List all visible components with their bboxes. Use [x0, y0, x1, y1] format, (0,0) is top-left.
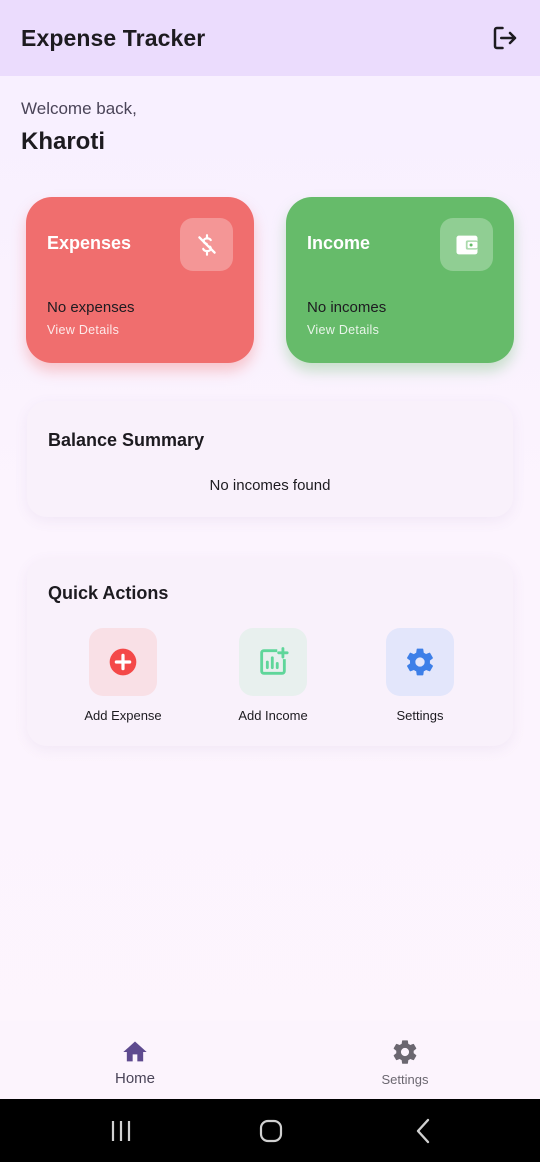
- logout-button[interactable]: [488, 21, 522, 55]
- wallet-icon: [456, 235, 477, 254]
- system-home-button[interactable]: [258, 1117, 284, 1145]
- nav-item-settings[interactable]: Settings: [335, 1037, 475, 1087]
- add-circle-icon: [109, 648, 137, 676]
- income-card-title: Income: [307, 233, 371, 253]
- income-status: No incomes: [307, 299, 387, 316]
- recents-button[interactable]: [108, 1117, 134, 1145]
- expenses-card[interactable]: Expenses No expenses View Details: [26, 197, 254, 363]
- nav-label-settings: Settings: [381, 1072, 429, 1087]
- income-view-details-link[interactable]: View Details: [307, 323, 379, 337]
- balance-empty-text: No incomes found: [209, 477, 331, 494]
- expenses-status: No expenses: [47, 299, 135, 316]
- add-expense-button[interactable]: Add Expense: [68, 628, 178, 723]
- add-income-label: Add Income: [238, 708, 308, 723]
- money-off-icon: [197, 233, 216, 256]
- app-title: Expense Tracker: [21, 24, 206, 51]
- bottom-nav: Home Settings: [0, 1021, 540, 1099]
- quick-actions-panel: Quick Actions Add Expense Add Income Set…: [27, 558, 513, 746]
- expenses-view-details-link[interactable]: View Details: [47, 323, 119, 337]
- add-income-button[interactable]: Add Income: [218, 628, 328, 723]
- income-card[interactable]: Income No incomes View Details: [286, 197, 514, 363]
- gear-icon: [407, 648, 433, 676]
- expenses-card-title: Expenses: [47, 233, 132, 253]
- nav-item-home[interactable]: Home: [65, 1037, 205, 1087]
- back-icon: [416, 1118, 430, 1144]
- balance-summary-title: Balance Summary: [48, 430, 205, 450]
- system-nav-bar: [0, 1099, 540, 1162]
- settings-action-label: Settings: [396, 708, 444, 723]
- expenses-card-icon-box: [180, 218, 233, 271]
- add-chart-icon: [260, 647, 289, 675]
- add-income-icon-box: [239, 628, 307, 696]
- balance-summary-panel: Balance Summary No incomes found: [27, 401, 513, 517]
- income-card-icon-box: [440, 218, 493, 271]
- gear-icon: [393, 1040, 417, 1064]
- logout-icon: [493, 26, 517, 50]
- nav-label-home: Home: [114, 1070, 155, 1087]
- quick-actions-title: Quick Actions: [48, 583, 169, 603]
- recents-icon: [111, 1121, 131, 1141]
- settings-action-icon-box: [386, 628, 454, 696]
- welcome-text: Welcome back,: [21, 99, 137, 118]
- home-icon: [123, 1041, 147, 1062]
- app-bar: Expense Tracker: [0, 0, 540, 76]
- add-expense-icon-box: [89, 628, 157, 696]
- username: Kharoti: [21, 128, 105, 155]
- back-button[interactable]: [410, 1117, 436, 1145]
- home-button-icon: [259, 1119, 283, 1143]
- settings-action-button[interactable]: Settings: [365, 628, 475, 723]
- add-expense-label: Add Expense: [84, 708, 162, 723]
